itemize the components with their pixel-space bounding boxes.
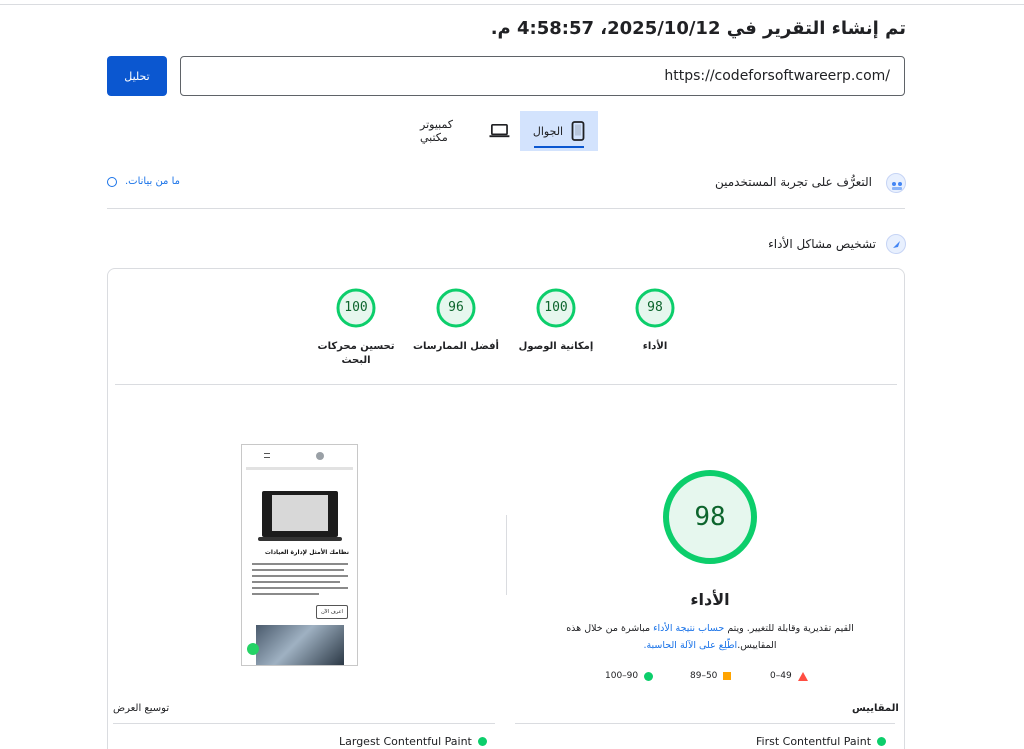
thumbnail-paragraph: [252, 563, 348, 599]
legend-good: 100–90: [605, 671, 654, 681]
page-screenshot-thumbnail: نظامك الأمثل لإدارة العيادات اعرف الآن: [241, 444, 358, 666]
top-border: [0, 4, 1024, 5]
desc-text-1: القيم تقديرية وقابلة للتغيير. ويتم: [724, 623, 854, 634]
panel-divider: [115, 384, 897, 385]
performance-gauge: 98: [660, 467, 760, 567]
whatsapp-icon: [247, 643, 259, 655]
tab-mobile[interactable]: الجوال: [520, 111, 598, 151]
calculator-link[interactable]: اطّلِع على الآلة الحاسبة.: [643, 640, 737, 651]
thumbnail-divider: [246, 467, 353, 470]
diagnose-title: تشخيص مشاكل الأداء: [768, 237, 876, 251]
metric-divider: [515, 723, 895, 724]
diagnose-icon: [886, 234, 906, 254]
score-label-accessibility: إمكانية الوصول: [518, 341, 594, 352]
expand-view-toggle[interactable]: توسيع العرض: [113, 703, 169, 714]
legend-good-range: 100–90: [605, 671, 639, 681]
square-icon: [723, 672, 732, 680]
score-label-best-practices: أفضل الممارسات: [413, 341, 499, 352]
metric-fcp: First Contentful Paint: [756, 735, 887, 748]
metric-lcp: Largest Contentful Paint: [339, 735, 487, 748]
legend-average-range: 89–50: [690, 671, 718, 681]
tab-active-indicator: [534, 146, 584, 148]
experience-title: التعرُّف على تجربة المستخدمين: [714, 175, 872, 189]
performance-score: 98: [694, 502, 726, 532]
triangle-icon: [797, 671, 808, 681]
tab-desktop-label: كمبيوتر مكتبي: [420, 118, 454, 144]
circle-icon: [477, 737, 487, 746]
score-value: 100: [344, 300, 368, 315]
metric-divider: [113, 723, 495, 724]
score-gauge-accessibility[interactable]: 100: [535, 287, 577, 329]
no-data-link[interactable]: ما من بيانات.: [107, 176, 180, 187]
performance-description: القيم تقديرية وقابلة للتغيير. ويتم حساب …: [560, 620, 860, 654]
tab-desktop[interactable]: كمبيوتر مكتبي: [420, 111, 510, 151]
score-value: 98: [647, 300, 663, 315]
fcp-label: First Contentful Paint: [756, 735, 872, 748]
performance-title: الأداء: [690, 590, 730, 609]
url-input[interactable]: https://codeforsoftwareerp.com/: [180, 56, 905, 96]
vertical-separator: [506, 515, 507, 595]
phone-icon: [571, 121, 585, 141]
score-label-seo: تحسين محركات البحث: [317, 341, 395, 366]
monitor-stand: [258, 537, 342, 541]
score-label-performance: الأداء: [642, 341, 668, 352]
url-value: https://codeforsoftwareerp.com/: [664, 68, 890, 84]
thumbnail-button: اعرف الآن: [316, 605, 348, 619]
circle-icon: [644, 671, 654, 681]
lcp-label: Largest Contentful Paint: [339, 735, 472, 748]
report-date: تم إنشاء التقرير في 2025/10/12، 4:58:57 …: [490, 18, 906, 39]
thumbnail-heading: نظامك الأمثل لإدارة العيادات: [264, 549, 349, 556]
legend-poor: 0–49: [770, 671, 808, 681]
legend-average: 89–50: [690, 671, 732, 681]
legend-poor-range: 0–49: [770, 671, 792, 681]
tab-mobile-label: الجوال: [532, 124, 564, 138]
metrics-heading: المقاييس: [852, 703, 899, 714]
no-data-text: ما من بيانات.: [125, 176, 180, 187]
score-calc-link[interactable]: حساب نتيجة الأداء: [653, 623, 724, 634]
laptop-icon: [489, 123, 510, 138]
score-gauge-seo[interactable]: 100: [335, 287, 377, 329]
score-value: 100: [544, 300, 568, 315]
menu-icon: [264, 453, 270, 458]
analyze-button[interactable]: تحليل: [107, 56, 167, 96]
people-icon: [886, 173, 906, 193]
section-divider: [107, 208, 905, 209]
circle-icon: [877, 737, 887, 746]
info-icon: [107, 176, 117, 187]
score-value: 96: [448, 300, 464, 315]
score-gauge-performance[interactable]: 98: [634, 287, 676, 329]
site-logo: [316, 452, 324, 460]
score-gauge-best-practices[interactable]: 96: [435, 287, 477, 329]
monitor-screen: [272, 495, 328, 531]
thumbnail-photo: [256, 625, 344, 665]
